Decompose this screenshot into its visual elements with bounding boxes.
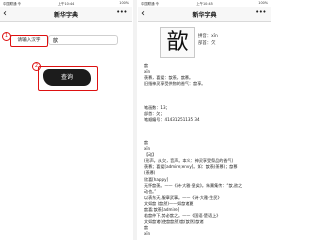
query-button[interactable]: 查询 bbox=[43, 69, 91, 86]
stroke-order: 笔顺编号：41431251135 34 bbox=[144, 117, 200, 123]
more-icon[interactable]: ••• bbox=[255, 8, 266, 16]
result-screen: 中国联通 令 上午10:45 100% ‹ 新华字典 ••• 歆 拼音：xīn … bbox=[138, 0, 271, 240]
clock-label: 上午10:44 bbox=[57, 2, 75, 6]
battery-label: 100% bbox=[258, 1, 268, 5]
search-input[interactable]: 歆 bbox=[48, 35, 118, 45]
pinyin-label: 拼音：xīn bbox=[198, 34, 218, 39]
basic-definition: 歆 xīn 羡慕，喜爱：歆羡，歆慕。 旧指神灵享受供物的香气：歆享。 bbox=[144, 63, 268, 87]
status-bar: 中国联通 令 上午10:45 100% bbox=[138, 0, 271, 7]
page-title: 新华字典 bbox=[53, 12, 78, 19]
battery-label: 100% bbox=[119, 1, 129, 5]
character-meta: 笔画数：13； 部首：欠； 笔顺编号：41431251135 34 bbox=[144, 105, 268, 123]
detailed-definition: 歆 xīn 【动】 (形声。从欠，音声。本义：神灵享受祭品的香气) 羡慕；喜爱[… bbox=[144, 140, 268, 238]
status-bar: 中国联通 令 上午10:44 100% bbox=[0, 0, 132, 7]
radical-label: 部首：欠 bbox=[198, 41, 216, 46]
input-label: 请输入汉字 bbox=[10, 35, 48, 47]
clock-label: 上午10:45 bbox=[196, 2, 213, 6]
character-display: 歆 bbox=[160, 27, 195, 58]
page-title: 新华字典 bbox=[192, 12, 217, 19]
more-icon[interactable]: ••• bbox=[116, 8, 127, 16]
nav-bar: ‹ 新华字典 ••• bbox=[0, 7, 132, 22]
detail-line: xīn bbox=[144, 231, 151, 237]
screen-divider bbox=[133, 0, 137, 240]
nav-bar: ‹ 新华字典 ••• bbox=[138, 7, 271, 22]
definition-line: 旧指神灵享受供物的香气：歆享。 bbox=[144, 81, 206, 87]
search-screen: 中国联通 令 上午10:44 100% ‹ 新华字典 ••• 1 请输入汉字 歆… bbox=[0, 0, 132, 240]
